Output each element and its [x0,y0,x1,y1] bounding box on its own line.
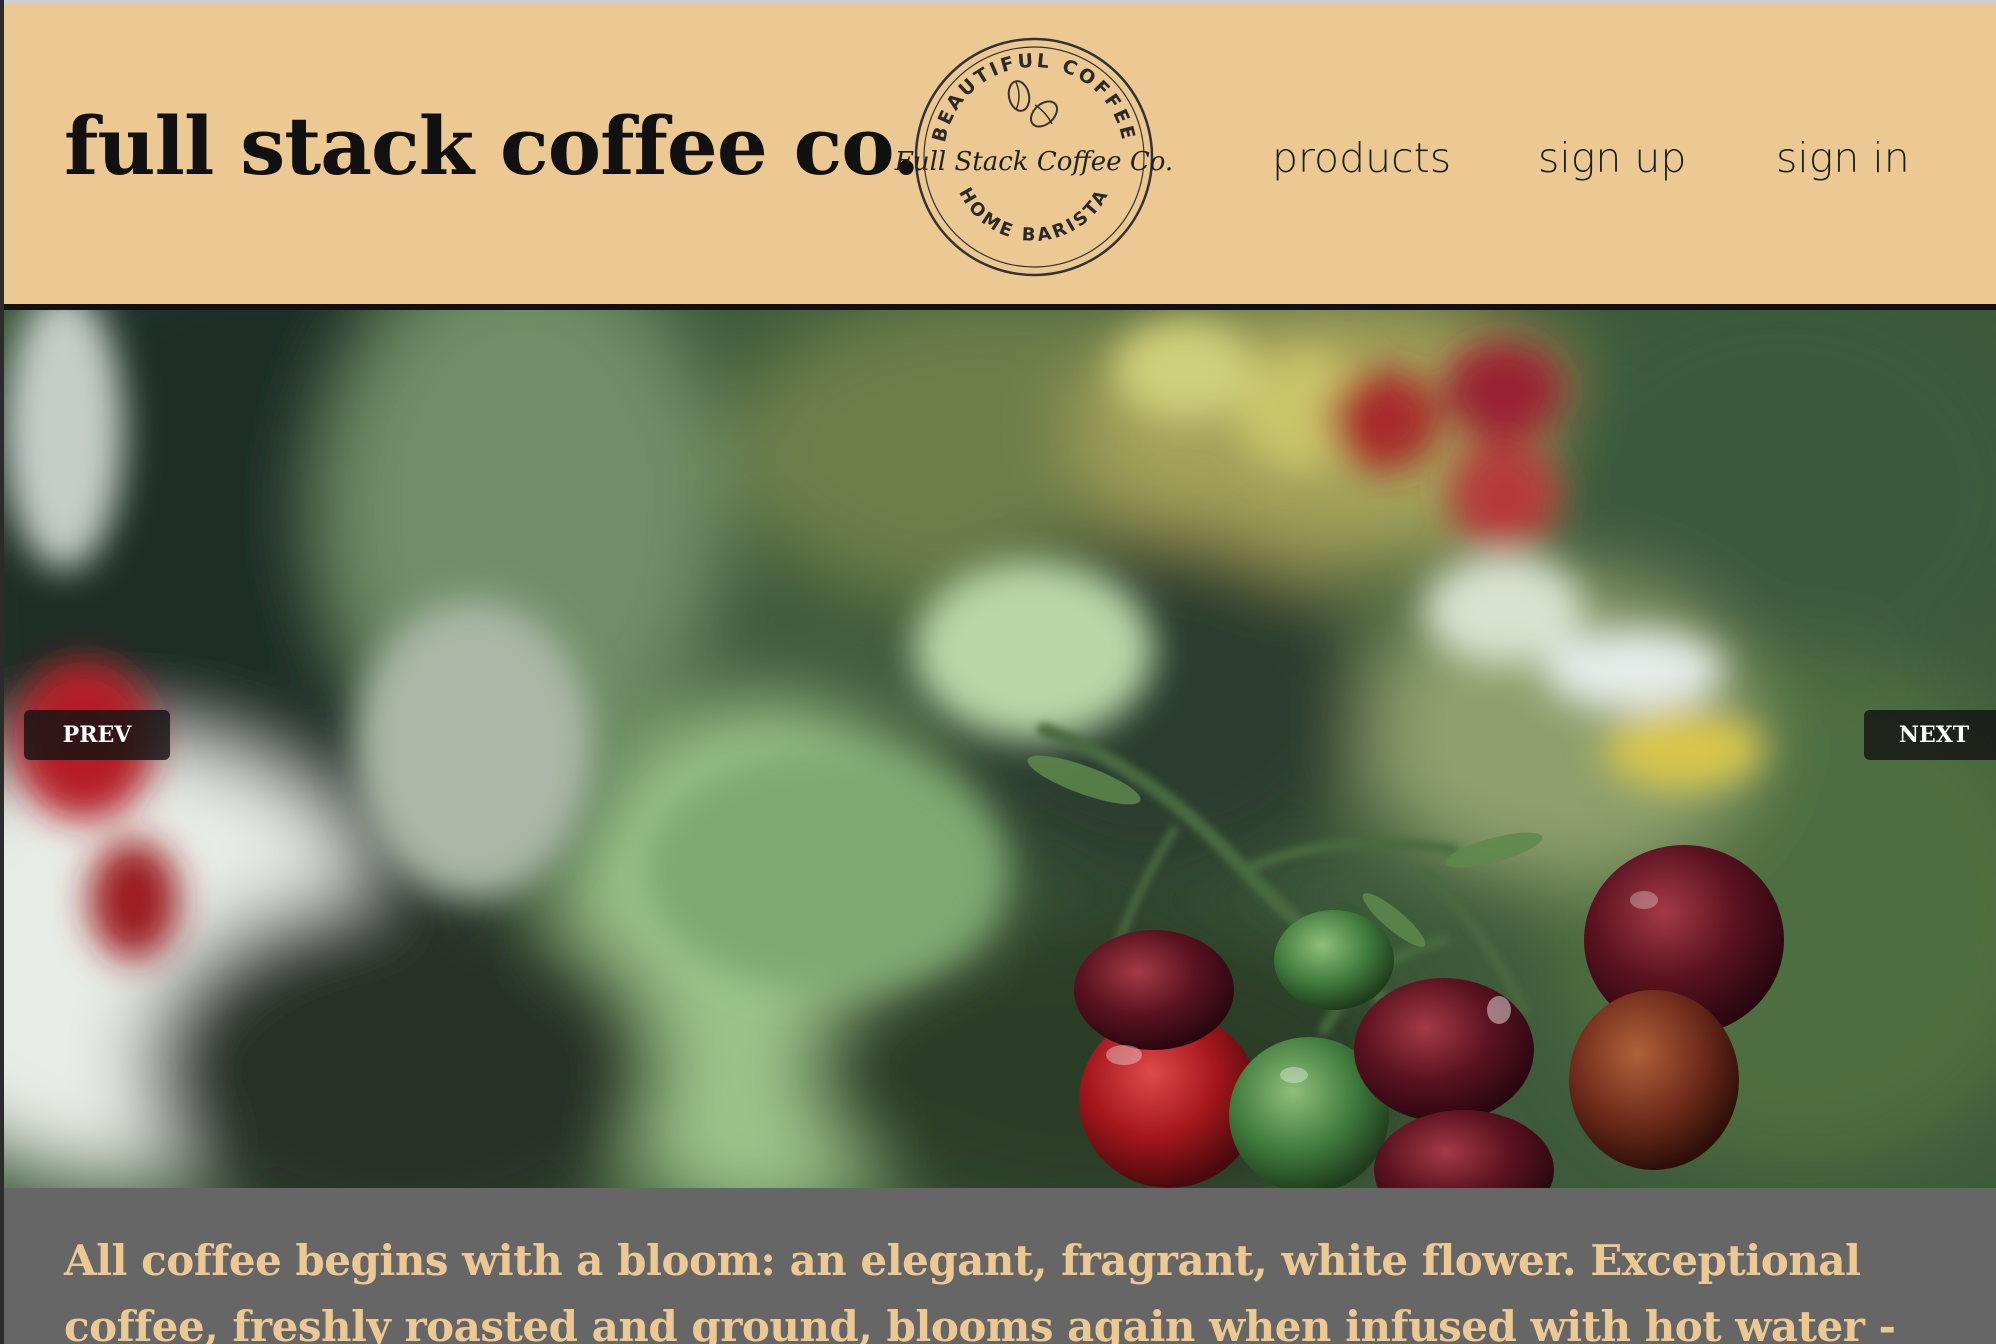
carousel-prev-button[interactable]: PREV [24,710,170,760]
coffee-logo[interactable]: BEAUTIFUL COFFEE Full Stack Coffee Co. H… [894,32,1174,282]
nav-products-link[interactable]: products [1272,134,1451,182]
nav-sign-up-link[interactable]: sign up [1538,134,1686,182]
hero-carousel: PREV NEXT [4,310,1996,1188]
intro-section: All coffee begins with a bloom: an elega… [4,1188,1996,1344]
intro-text: All coffee begins with a bloom: an elega… [64,1236,1896,1344]
brand-title[interactable]: full stack coffee co. [64,99,920,193]
carousel-next-button[interactable]: NEXT [1864,710,1996,760]
logo-bottom-arc: HOME BARISTA [954,184,1110,246]
page: full stack coffee co. BEAUTIFUL COFFEE F… [0,0,1996,1344]
svg-text:HOME BARISTA: HOME BARISTA [954,184,1113,246]
coffee-cherries-photo [4,310,1996,1188]
site-header: full stack coffee co. BEAUTIFUL COFFEE F… [4,0,1996,310]
nav-sign-in-link[interactable]: sign in [1776,134,1910,182]
logo-center-text: Full Stack Coffee Co. [894,147,1173,177]
coffee-bean-icon [1007,80,1059,128]
